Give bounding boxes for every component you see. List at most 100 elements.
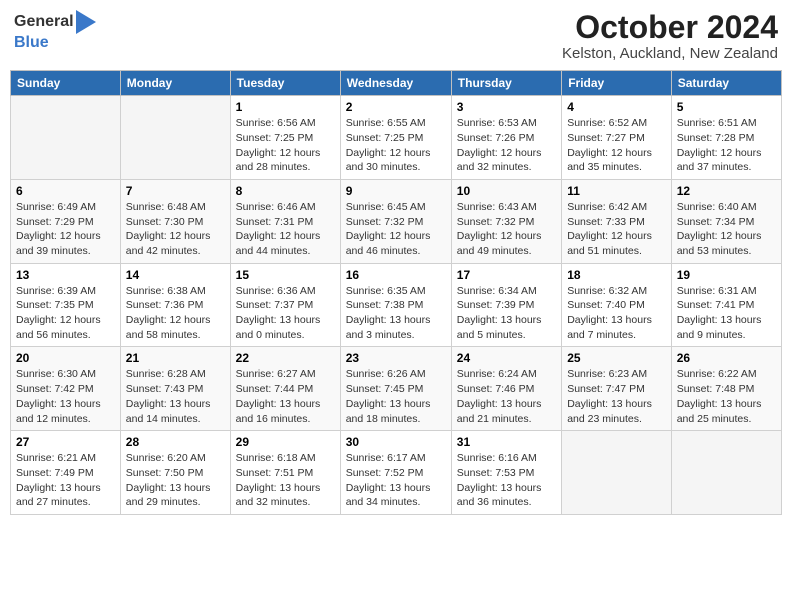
calendar-week-row: 1 Sunrise: 6:56 AM Sunset: 7:25 PM Daylig… <box>11 96 782 180</box>
day-info: Sunrise: 6:51 AM Sunset: 7:28 PM Dayligh… <box>677 116 776 175</box>
month-title: October 2024 <box>562 10 778 45</box>
day-info: Sunrise: 6:32 AM Sunset: 7:40 PM Dayligh… <box>567 284 666 343</box>
day-number: 15 <box>236 268 335 282</box>
calendar-cell: 4 Sunrise: 6:52 AM Sunset: 7:27 PM Daylig… <box>562 96 672 180</box>
calendar-cell: 21 Sunrise: 6:28 AM Sunset: 7:43 PM Dayli… <box>120 347 230 431</box>
day-number: 29 <box>236 435 335 449</box>
day-number: 22 <box>236 351 335 365</box>
day-number: 8 <box>236 184 335 198</box>
calendar-header-row: SundayMondayTuesdayWednesdayThursdayFrid… <box>11 71 782 96</box>
day-number: 25 <box>567 351 666 365</box>
day-number: 10 <box>457 184 556 198</box>
calendar-cell: 14Sunrise: 6:38 AM Sunset: 7:36 PM Dayli… <box>120 263 230 347</box>
calendar-cell: 17Sunrise: 6:34 AM Sunset: 7:39 PM Dayli… <box>451 263 561 347</box>
calendar-cell: 26 Sunrise: 6:22 AM Sunset: 7:48 PM Dayli… <box>671 347 781 431</box>
calendar-cell: 18 Sunrise: 6:32 AM Sunset: 7:40 PM Dayli… <box>562 263 672 347</box>
day-number: 24 <box>457 351 556 365</box>
day-number: 23 <box>346 351 446 365</box>
day-info: Sunrise: 6:21 AM Sunset: 7:49 PM Dayligh… <box>16 451 115 510</box>
day-info: Sunrise: 6:23 AM Sunset: 7:47 PM Dayligh… <box>567 367 666 426</box>
calendar-cell: 5 Sunrise: 6:51 AM Sunset: 7:28 PM Daylig… <box>671 96 781 180</box>
weekday-header: Sunday <box>11 71 121 96</box>
calendar-cell: 15 Sunrise: 6:36 AM Sunset: 7:37 PM Dayli… <box>230 263 340 347</box>
calendar-cell: 3Sunrise: 6:53 AM Sunset: 7:26 PM Daylig… <box>451 96 561 180</box>
day-number: 28 <box>126 435 225 449</box>
weekday-header: Saturday <box>671 71 781 96</box>
location-title: Kelston, Auckland, New Zealand <box>562 45 778 62</box>
calendar-cell <box>671 431 781 515</box>
day-info: Sunrise: 6:52 AM Sunset: 7:27 PM Dayligh… <box>567 116 666 175</box>
calendar-cell: 30Sunrise: 6:17 AM Sunset: 7:52 PM Dayli… <box>340 431 451 515</box>
calendar-cell: 27 Sunrise: 6:21 AM Sunset: 7:49 PM Dayli… <box>11 431 121 515</box>
calendar-week-row: 27 Sunrise: 6:21 AM Sunset: 7:49 PM Dayli… <box>11 431 782 515</box>
day-number: 16 <box>346 268 446 282</box>
calendar-table: SundayMondayTuesdayWednesdayThursdayFrid… <box>10 70 782 515</box>
day-number: 20 <box>16 351 115 365</box>
day-number: 6 <box>16 184 115 198</box>
weekday-header: Friday <box>562 71 672 96</box>
weekday-header: Wednesday <box>340 71 451 96</box>
calendar-week-row: 6 Sunrise: 6:49 AM Sunset: 7:29 PM Daylig… <box>11 179 782 263</box>
day-number: 4 <box>567 100 666 114</box>
calendar-cell <box>11 96 121 180</box>
calendar-week-row: 20 Sunrise: 6:30 AM Sunset: 7:42 PM Dayli… <box>11 347 782 431</box>
day-info: Sunrise: 6:43 AM Sunset: 7:32 PM Dayligh… <box>457 200 556 259</box>
logo-blue: Blue <box>14 34 96 52</box>
day-number: 18 <box>567 268 666 282</box>
calendar-cell: 10 Sunrise: 6:43 AM Sunset: 7:32 PM Dayli… <box>451 179 561 263</box>
weekday-header: Monday <box>120 71 230 96</box>
day-number: 14 <box>126 268 225 282</box>
calendar-cell: 22Sunrise: 6:27 AM Sunset: 7:44 PM Dayli… <box>230 347 340 431</box>
day-number: 26 <box>677 351 776 365</box>
day-info: Sunrise: 6:36 AM Sunset: 7:37 PM Dayligh… <box>236 284 335 343</box>
day-info: Sunrise: 6:42 AM Sunset: 7:33 PM Dayligh… <box>567 200 666 259</box>
day-number: 31 <box>457 435 556 449</box>
day-number: 5 <box>677 100 776 114</box>
day-number: 11 <box>567 184 666 198</box>
calendar-week-row: 13Sunrise: 6:39 AM Sunset: 7:35 PM Dayli… <box>11 263 782 347</box>
logo-icon <box>76 10 96 34</box>
day-info: Sunrise: 6:28 AM Sunset: 7:43 PM Dayligh… <box>126 367 225 426</box>
day-info: Sunrise: 6:30 AM Sunset: 7:42 PM Dayligh… <box>16 367 115 426</box>
logo-general: General <box>14 13 74 31</box>
calendar-cell: 28Sunrise: 6:20 AM Sunset: 7:50 PM Dayli… <box>120 431 230 515</box>
weekday-header: Thursday <box>451 71 561 96</box>
day-number: 19 <box>677 268 776 282</box>
day-info: Sunrise: 6:24 AM Sunset: 7:46 PM Dayligh… <box>457 367 556 426</box>
day-info: Sunrise: 6:17 AM Sunset: 7:52 PM Dayligh… <box>346 451 446 510</box>
calendar-cell: 12 Sunrise: 6:40 AM Sunset: 7:34 PM Dayli… <box>671 179 781 263</box>
weekday-header: Tuesday <box>230 71 340 96</box>
day-info: Sunrise: 6:49 AM Sunset: 7:29 PM Dayligh… <box>16 200 115 259</box>
day-info: Sunrise: 6:56 AM Sunset: 7:25 PM Dayligh… <box>236 116 335 175</box>
day-info: Sunrise: 6:31 AM Sunset: 7:41 PM Dayligh… <box>677 284 776 343</box>
calendar-cell: 1 Sunrise: 6:56 AM Sunset: 7:25 PM Daylig… <box>230 96 340 180</box>
day-info: Sunrise: 6:26 AM Sunset: 7:45 PM Dayligh… <box>346 367 446 426</box>
calendar-cell: 7Sunrise: 6:48 AM Sunset: 7:30 PM Daylig… <box>120 179 230 263</box>
page-header: General Blue October 2024 Kelston, Auckl… <box>10 10 782 62</box>
day-info: Sunrise: 6:46 AM Sunset: 7:31 PM Dayligh… <box>236 200 335 259</box>
day-number: 12 <box>677 184 776 198</box>
calendar-cell: 6 Sunrise: 6:49 AM Sunset: 7:29 PM Daylig… <box>11 179 121 263</box>
calendar-cell: 11 Sunrise: 6:42 AM Sunset: 7:33 PM Dayli… <box>562 179 672 263</box>
day-info: Sunrise: 6:40 AM Sunset: 7:34 PM Dayligh… <box>677 200 776 259</box>
logo: General Blue <box>14 10 96 52</box>
calendar-cell: 25 Sunrise: 6:23 AM Sunset: 7:47 PM Dayli… <box>562 347 672 431</box>
calendar-cell: 19 Sunrise: 6:31 AM Sunset: 7:41 PM Dayli… <box>671 263 781 347</box>
day-number: 21 <box>126 351 225 365</box>
day-number: 1 <box>236 100 335 114</box>
calendar-cell: 23 Sunrise: 6:26 AM Sunset: 7:45 PM Dayli… <box>340 347 451 431</box>
day-info: Sunrise: 6:55 AM Sunset: 7:25 PM Dayligh… <box>346 116 446 175</box>
day-number: 27 <box>16 435 115 449</box>
calendar-cell: 29Sunrise: 6:18 AM Sunset: 7:51 PM Dayli… <box>230 431 340 515</box>
day-number: 17 <box>457 268 556 282</box>
day-number: 13 <box>16 268 115 282</box>
calendar-cell: 8 Sunrise: 6:46 AM Sunset: 7:31 PM Daylig… <box>230 179 340 263</box>
calendar-cell: 16Sunrise: 6:35 AM Sunset: 7:38 PM Dayli… <box>340 263 451 347</box>
day-info: Sunrise: 6:45 AM Sunset: 7:32 PM Dayligh… <box>346 200 446 259</box>
calendar-cell: 24 Sunrise: 6:24 AM Sunset: 7:46 PM Dayli… <box>451 347 561 431</box>
day-number: 9 <box>346 184 446 198</box>
day-number: 7 <box>126 184 225 198</box>
day-info: Sunrise: 6:16 AM Sunset: 7:53 PM Dayligh… <box>457 451 556 510</box>
day-info: Sunrise: 6:22 AM Sunset: 7:48 PM Dayligh… <box>677 367 776 426</box>
calendar-cell: 2Sunrise: 6:55 AM Sunset: 7:25 PM Daylig… <box>340 96 451 180</box>
